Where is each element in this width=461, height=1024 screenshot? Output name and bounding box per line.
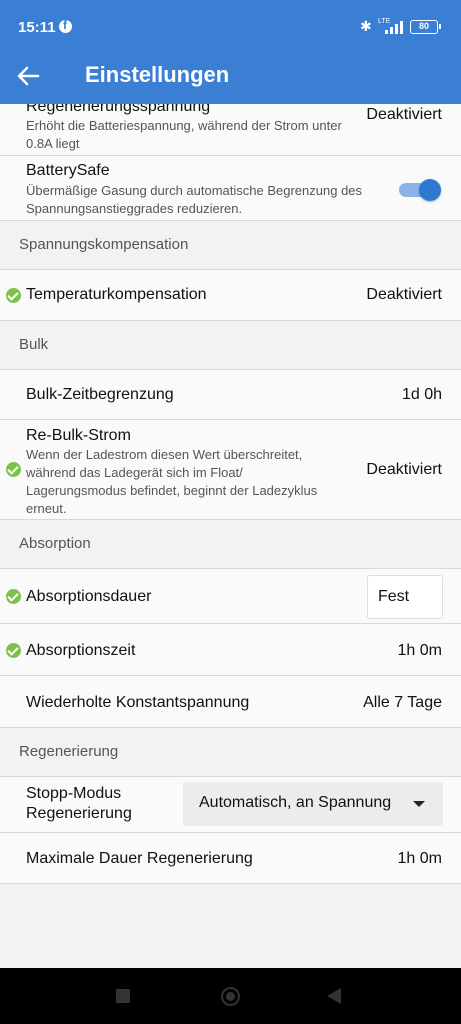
battery-safe-title: BatterySafe xyxy=(26,162,110,179)
absorption-duration-item[interactable]: Absorptionsdauer Fest xyxy=(0,569,461,623)
absorption-time-title: Absorptionszeit xyxy=(26,642,136,659)
regeneration-voltage-description: Erhöht die Batteriespannung, während der… xyxy=(26,118,342,151)
absorption-duration-field[interactable]: Fest xyxy=(367,575,443,619)
status-bar: 15:11 ✱ LTE 80 xyxy=(0,0,461,54)
settings-list[interactable]: Regenerierungsspannung Erhöht die Batter… xyxy=(0,104,461,968)
home-icon[interactable] xyxy=(221,987,240,1006)
section-regeneration: Regenerierung xyxy=(0,728,461,776)
bulk-time-limit-value: 1d 0h xyxy=(401,386,442,403)
back-arrow-icon[interactable] xyxy=(12,60,44,92)
rebulk-current-value: Deaktiviert xyxy=(366,461,442,478)
max-regeneration-duration-item[interactable]: Maximale Dauer Regenerierung 1h 0m xyxy=(0,833,461,883)
regeneration-voltage-value: Deaktiviert xyxy=(366,106,442,123)
rebulk-current-item[interactable]: Re-Bulk-Strom Wenn der Ladestrom diesen … xyxy=(0,420,461,519)
page-title: Einstellungen xyxy=(85,62,230,87)
battery-safe-toggle[interactable] xyxy=(397,179,443,201)
temperature-compensation-item[interactable]: Temperaturkompensation Deaktiviert xyxy=(0,270,461,320)
battery-icon: 80 xyxy=(410,20,441,34)
dropdown-caret-icon xyxy=(413,801,425,807)
recent-apps-icon[interactable] xyxy=(116,989,130,1003)
repeated-constant-voltage-title: Wiederholte Konstantspannung xyxy=(26,694,250,711)
divider xyxy=(0,883,461,884)
check-icon xyxy=(6,288,21,303)
absorption-duration-value: Fest xyxy=(378,588,410,605)
check-icon xyxy=(6,462,21,477)
status-time: 15:11 xyxy=(18,19,56,36)
section-voltage-compensation: Spannungskompensation xyxy=(0,221,461,269)
stop-mode-selected-value: Automatisch, an Spannung xyxy=(199,794,392,811)
bluetooth-icon: ✱ xyxy=(360,18,372,34)
absorption-duration-title: Absorptionsdauer xyxy=(26,588,152,605)
toggle-thumb xyxy=(419,179,441,201)
bulk-time-limit-item[interactable]: Bulk-Zeitbegrenzung 1d 0h xyxy=(0,370,461,419)
repeated-constant-voltage-value: Alle 7 Tage xyxy=(363,694,442,711)
battery-safe-item[interactable]: BatterySafe Übermäßige Gasung durch auto… xyxy=(0,156,461,220)
section-label: Absorption xyxy=(19,535,91,552)
regeneration-voltage-item[interactable]: Regenerierungsspannung Erhöht die Batter… xyxy=(0,104,461,155)
absorption-time-item[interactable]: Absorptionszeit 1h 0m xyxy=(0,624,461,675)
bulk-time-limit-title: Bulk-Zeitbegrenzung xyxy=(26,386,174,403)
battery-safe-description: Übermäßige Gasung durch automatische Beg… xyxy=(26,183,363,216)
stop-mode-dropdown[interactable]: Automatisch, an Spannung xyxy=(183,782,443,826)
section-absorption: Absorption xyxy=(0,520,461,568)
stop-mode-regeneration-item[interactable]: Stopp-Modus Regenerierung Automatisch, a… xyxy=(0,777,461,832)
facebook-notification-icon xyxy=(59,18,72,33)
section-label: Regenerierung xyxy=(19,743,119,760)
app-bar: 15:11 ✱ LTE 80 Einstellungen xyxy=(0,0,461,104)
rebulk-current-title: Re-Bulk-Strom xyxy=(26,427,131,444)
section-bulk: Bulk xyxy=(0,321,461,369)
section-label: Spannungskompensation xyxy=(19,236,189,253)
stop-mode-title-line1: Stopp-Modus xyxy=(26,785,122,802)
system-back-icon[interactable] xyxy=(327,988,341,1004)
absorption-time-value: 1h 0m xyxy=(397,642,442,659)
system-navigation-bar xyxy=(0,968,461,1024)
max-regeneration-duration-value: 1h 0m xyxy=(397,850,442,867)
check-icon xyxy=(6,589,21,604)
check-icon xyxy=(6,643,21,658)
repeated-constant-voltage-item[interactable]: Wiederholte Konstantspannung Alle 7 Tage xyxy=(0,676,461,727)
section-label: Bulk xyxy=(19,336,49,353)
signal-strength-icon xyxy=(385,21,405,34)
max-regeneration-duration-title: Maximale Dauer Regenerierung xyxy=(26,850,253,867)
temperature-compensation-value: Deaktiviert xyxy=(366,286,442,303)
regeneration-voltage-title: Regenerierungsspannung xyxy=(26,104,211,115)
rebulk-current-description: Wenn der Ladestrom diesen Wert überschre… xyxy=(26,447,318,516)
temperature-compensation-title: Temperaturkompensation xyxy=(26,286,207,303)
stop-mode-title-line2: Regenerierung xyxy=(26,805,132,822)
